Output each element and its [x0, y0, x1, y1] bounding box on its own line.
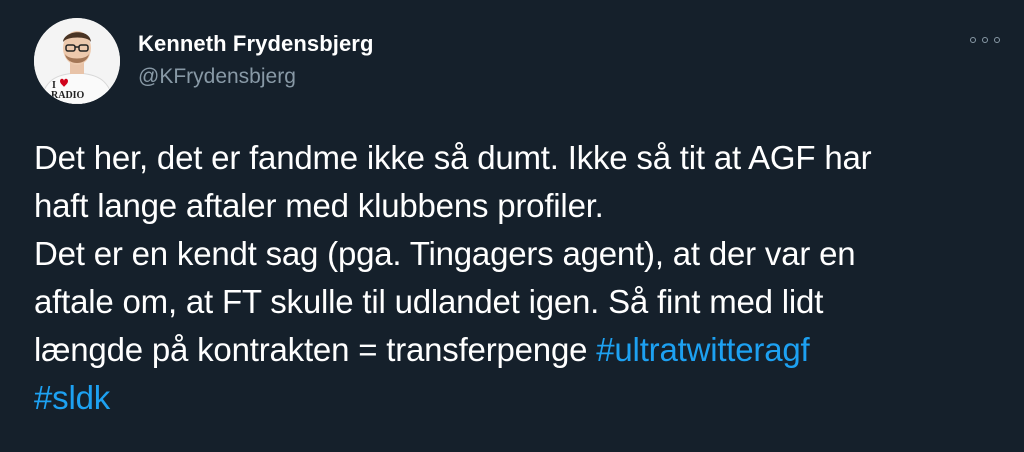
- tweet-text-line: Det er en kendt sag (pga. Tingagers agen…: [34, 235, 856, 272]
- tweet-text-segment: længde på kontrakten = transferpenge: [34, 331, 597, 368]
- avatar[interactable]: I RADIO: [34, 18, 120, 104]
- more-dot: [982, 37, 988, 43]
- avatar-shirt-text-bottom: RADIO: [51, 90, 85, 101]
- more-dot: [994, 37, 1000, 43]
- tweet-text-line: Det her, det er fandme ikke så dumt. Ikk…: [34, 139, 872, 176]
- tweet-text-line: længde på kontrakten = transferpenge #ul…: [34, 326, 994, 374]
- tweet-text-line: #sldk: [34, 374, 994, 422]
- author-names: Kenneth Frydensbjerg @KFrydensbjerg: [138, 30, 373, 92]
- avatar-image: I RADIO: [34, 18, 120, 104]
- more-options-icon[interactable]: [970, 30, 1000, 50]
- tweet-card: I RADIO Kenneth Frydensbjerg @KFrydensbj…: [0, 0, 1024, 452]
- tweet-text: Det her, det er fandme ikke så dumt. Ikk…: [34, 134, 994, 422]
- author-handle[interactable]: @KFrydensbjerg: [138, 62, 373, 92]
- tweet-text-line: haft lange aftaler med klubbens profiler…: [34, 187, 604, 224]
- hashtag-link[interactable]: #sldk: [34, 379, 110, 416]
- tweet-text-line: aftale om, at FT skulle til udlandet ige…: [34, 283, 824, 320]
- hashtag-link[interactable]: #ultratwitteragf: [596, 331, 809, 368]
- tweet-header: I RADIO Kenneth Frydensbjerg @KFrydensbj…: [34, 18, 373, 104]
- author-display-name[interactable]: Kenneth Frydensbjerg: [138, 30, 373, 58]
- more-dot: [970, 37, 976, 43]
